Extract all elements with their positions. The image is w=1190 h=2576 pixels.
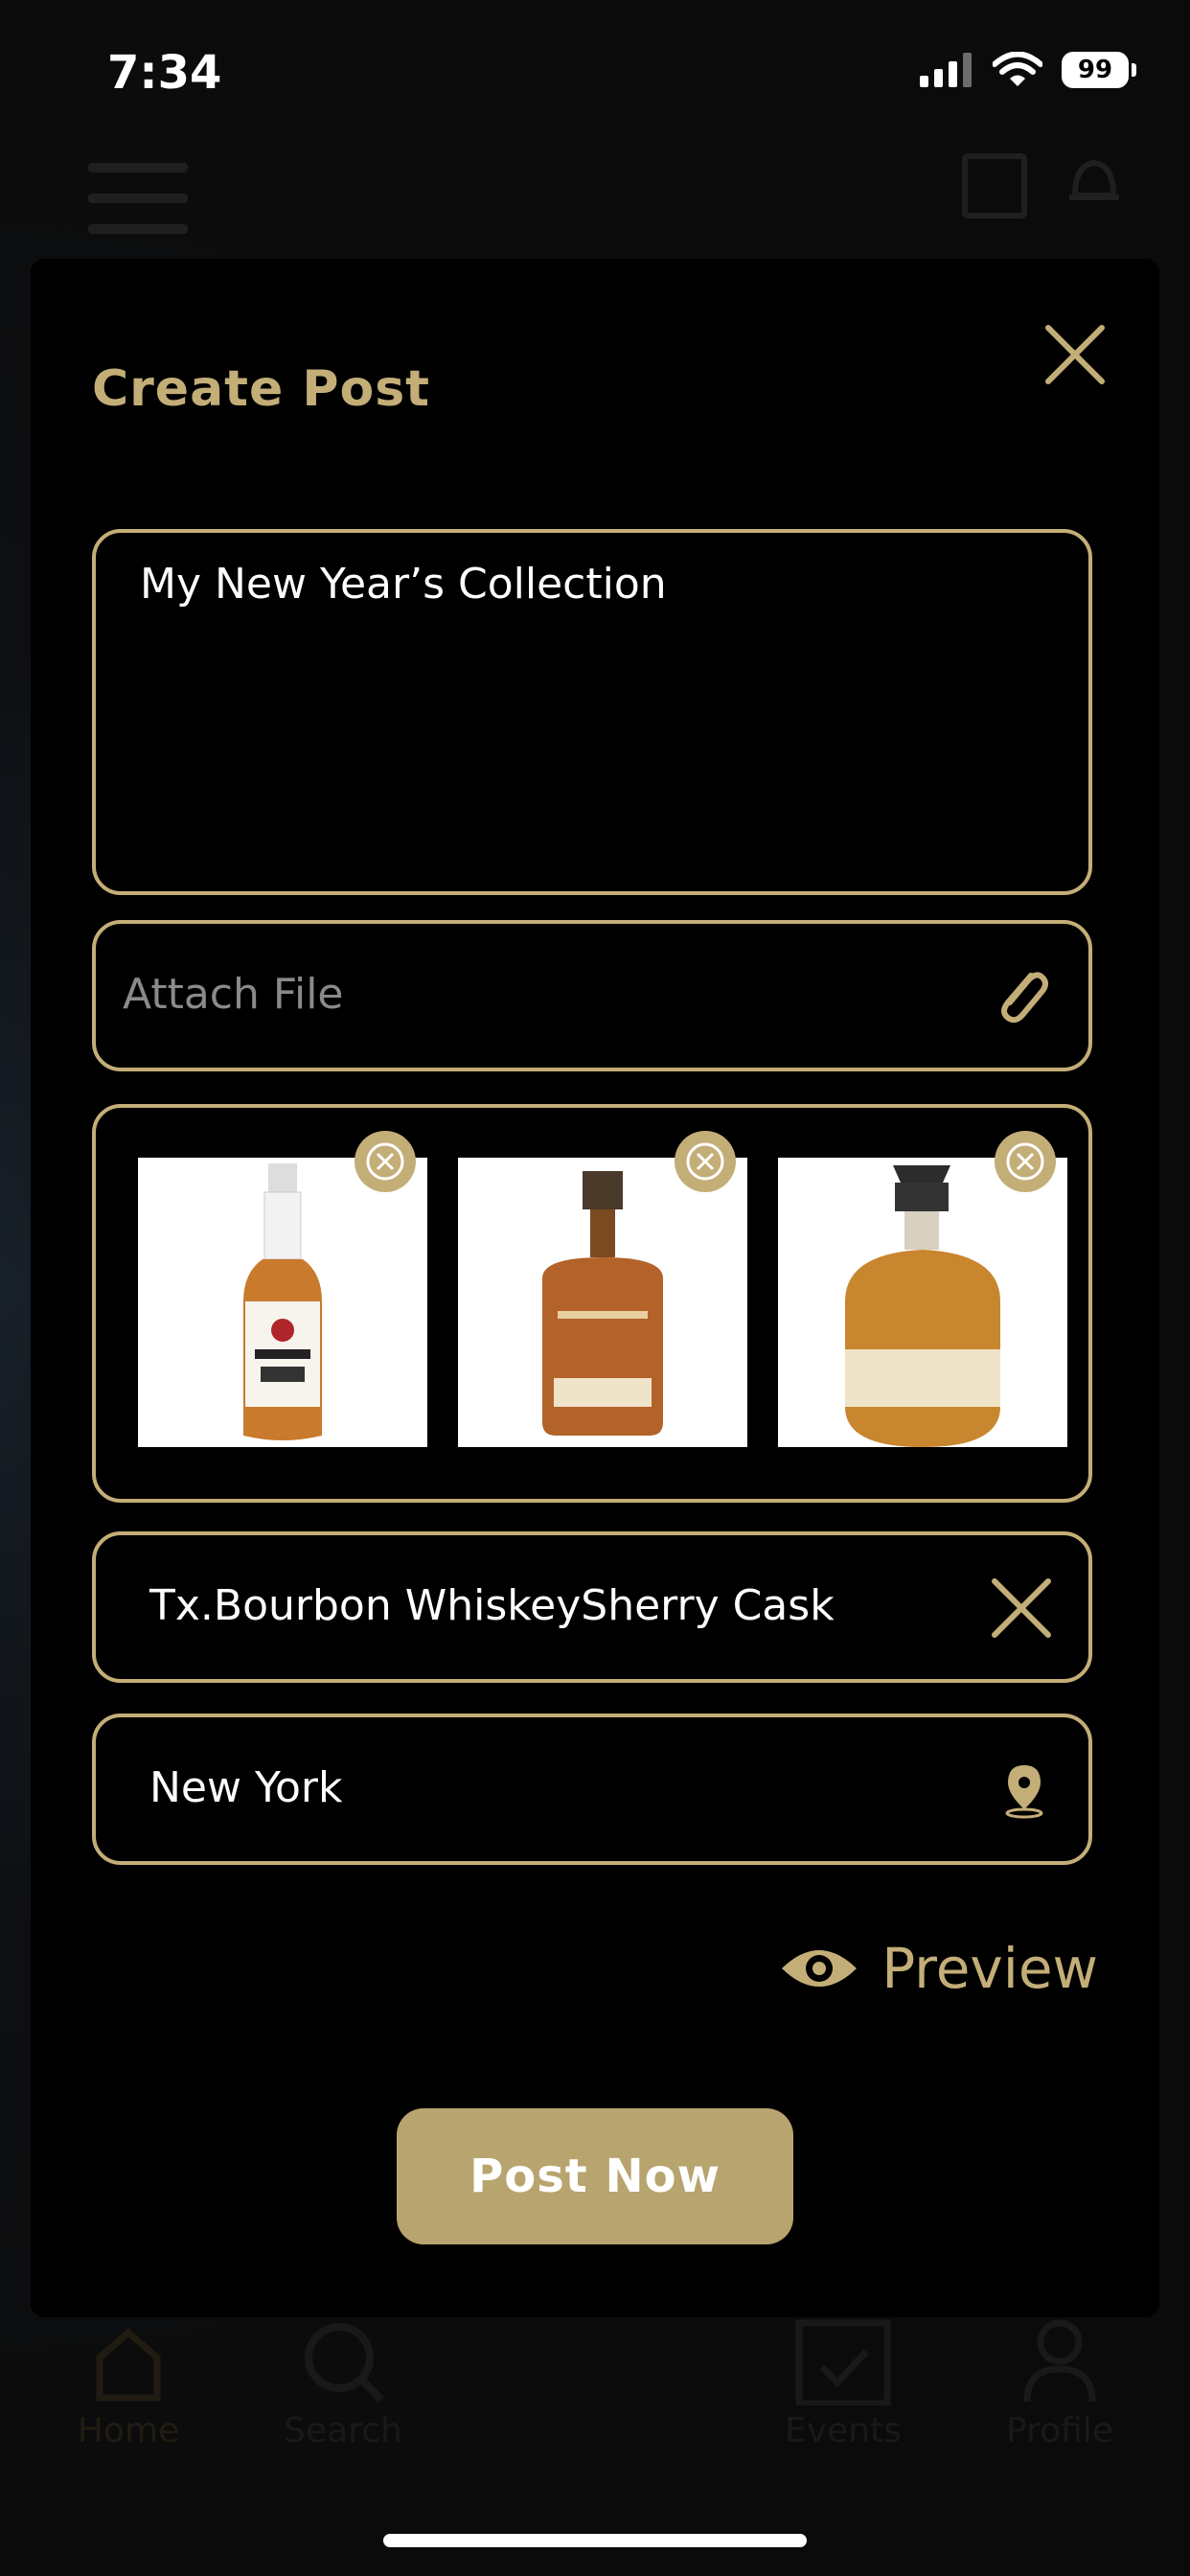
home-indicator [383, 2534, 807, 2547]
eye-icon [782, 1950, 858, 1987]
attach-file-placeholder: Attach File [123, 970, 344, 1019]
status-time: 7:34 [107, 46, 222, 100]
location-pin-icon[interactable] [1000, 1761, 1048, 1819]
status-icons: 99 [920, 52, 1136, 88]
remove-circle-icon[interactable] [995, 1131, 1056, 1192]
paperclip-icon[interactable] [993, 962, 1050, 1029]
remove-circle-icon[interactable] [355, 1131, 416, 1192]
attached-images [92, 1104, 1092, 1503]
location-field[interactable]: New York [92, 1714, 1092, 1865]
bourbon-bottle-image [243, 1163, 322, 1440]
preview-label: Preview [881, 1936, 1098, 2001]
close-icon[interactable] [1037, 316, 1113, 393]
modal-title: Create Post [92, 360, 431, 418]
create-post-modal: Create Post My New Year’s Collection Att… [31, 259, 1159, 2317]
description-value: My New Year’s Collection [140, 560, 667, 609]
image-thumbnail [138, 1131, 427, 1447]
tags-value: Tx.Bourbon WhiskeySherry Cask [149, 1581, 835, 1630]
bourbon-bottle-image [542, 1171, 663, 1436]
clear-icon[interactable] [989, 1576, 1054, 1641]
description-textarea[interactable]: My New Year’s Collection [92, 529, 1092, 895]
attach-file-field[interactable]: Attach File [92, 920, 1092, 1071]
remove-circle-icon[interactable] [675, 1131, 736, 1192]
location-value: New York [149, 1763, 343, 1812]
preview-link[interactable]: Preview [780, 1936, 1098, 2001]
cellular-signal-icon [920, 53, 972, 87]
bourbon-bottle-image [845, 1165, 1000, 1447]
tags-field[interactable]: Tx.Bourbon WhiskeySherry Cask [92, 1531, 1092, 1683]
wifi-icon [993, 52, 1042, 86]
image-thumbnail [458, 1131, 747, 1447]
image-thumbnail [778, 1131, 1067, 1447]
battery-icon: 99 [1062, 52, 1136, 88]
status-bar: 7:34 99 [0, 0, 1190, 144]
post-now-button[interactable]: Post Now [397, 2108, 793, 2244]
